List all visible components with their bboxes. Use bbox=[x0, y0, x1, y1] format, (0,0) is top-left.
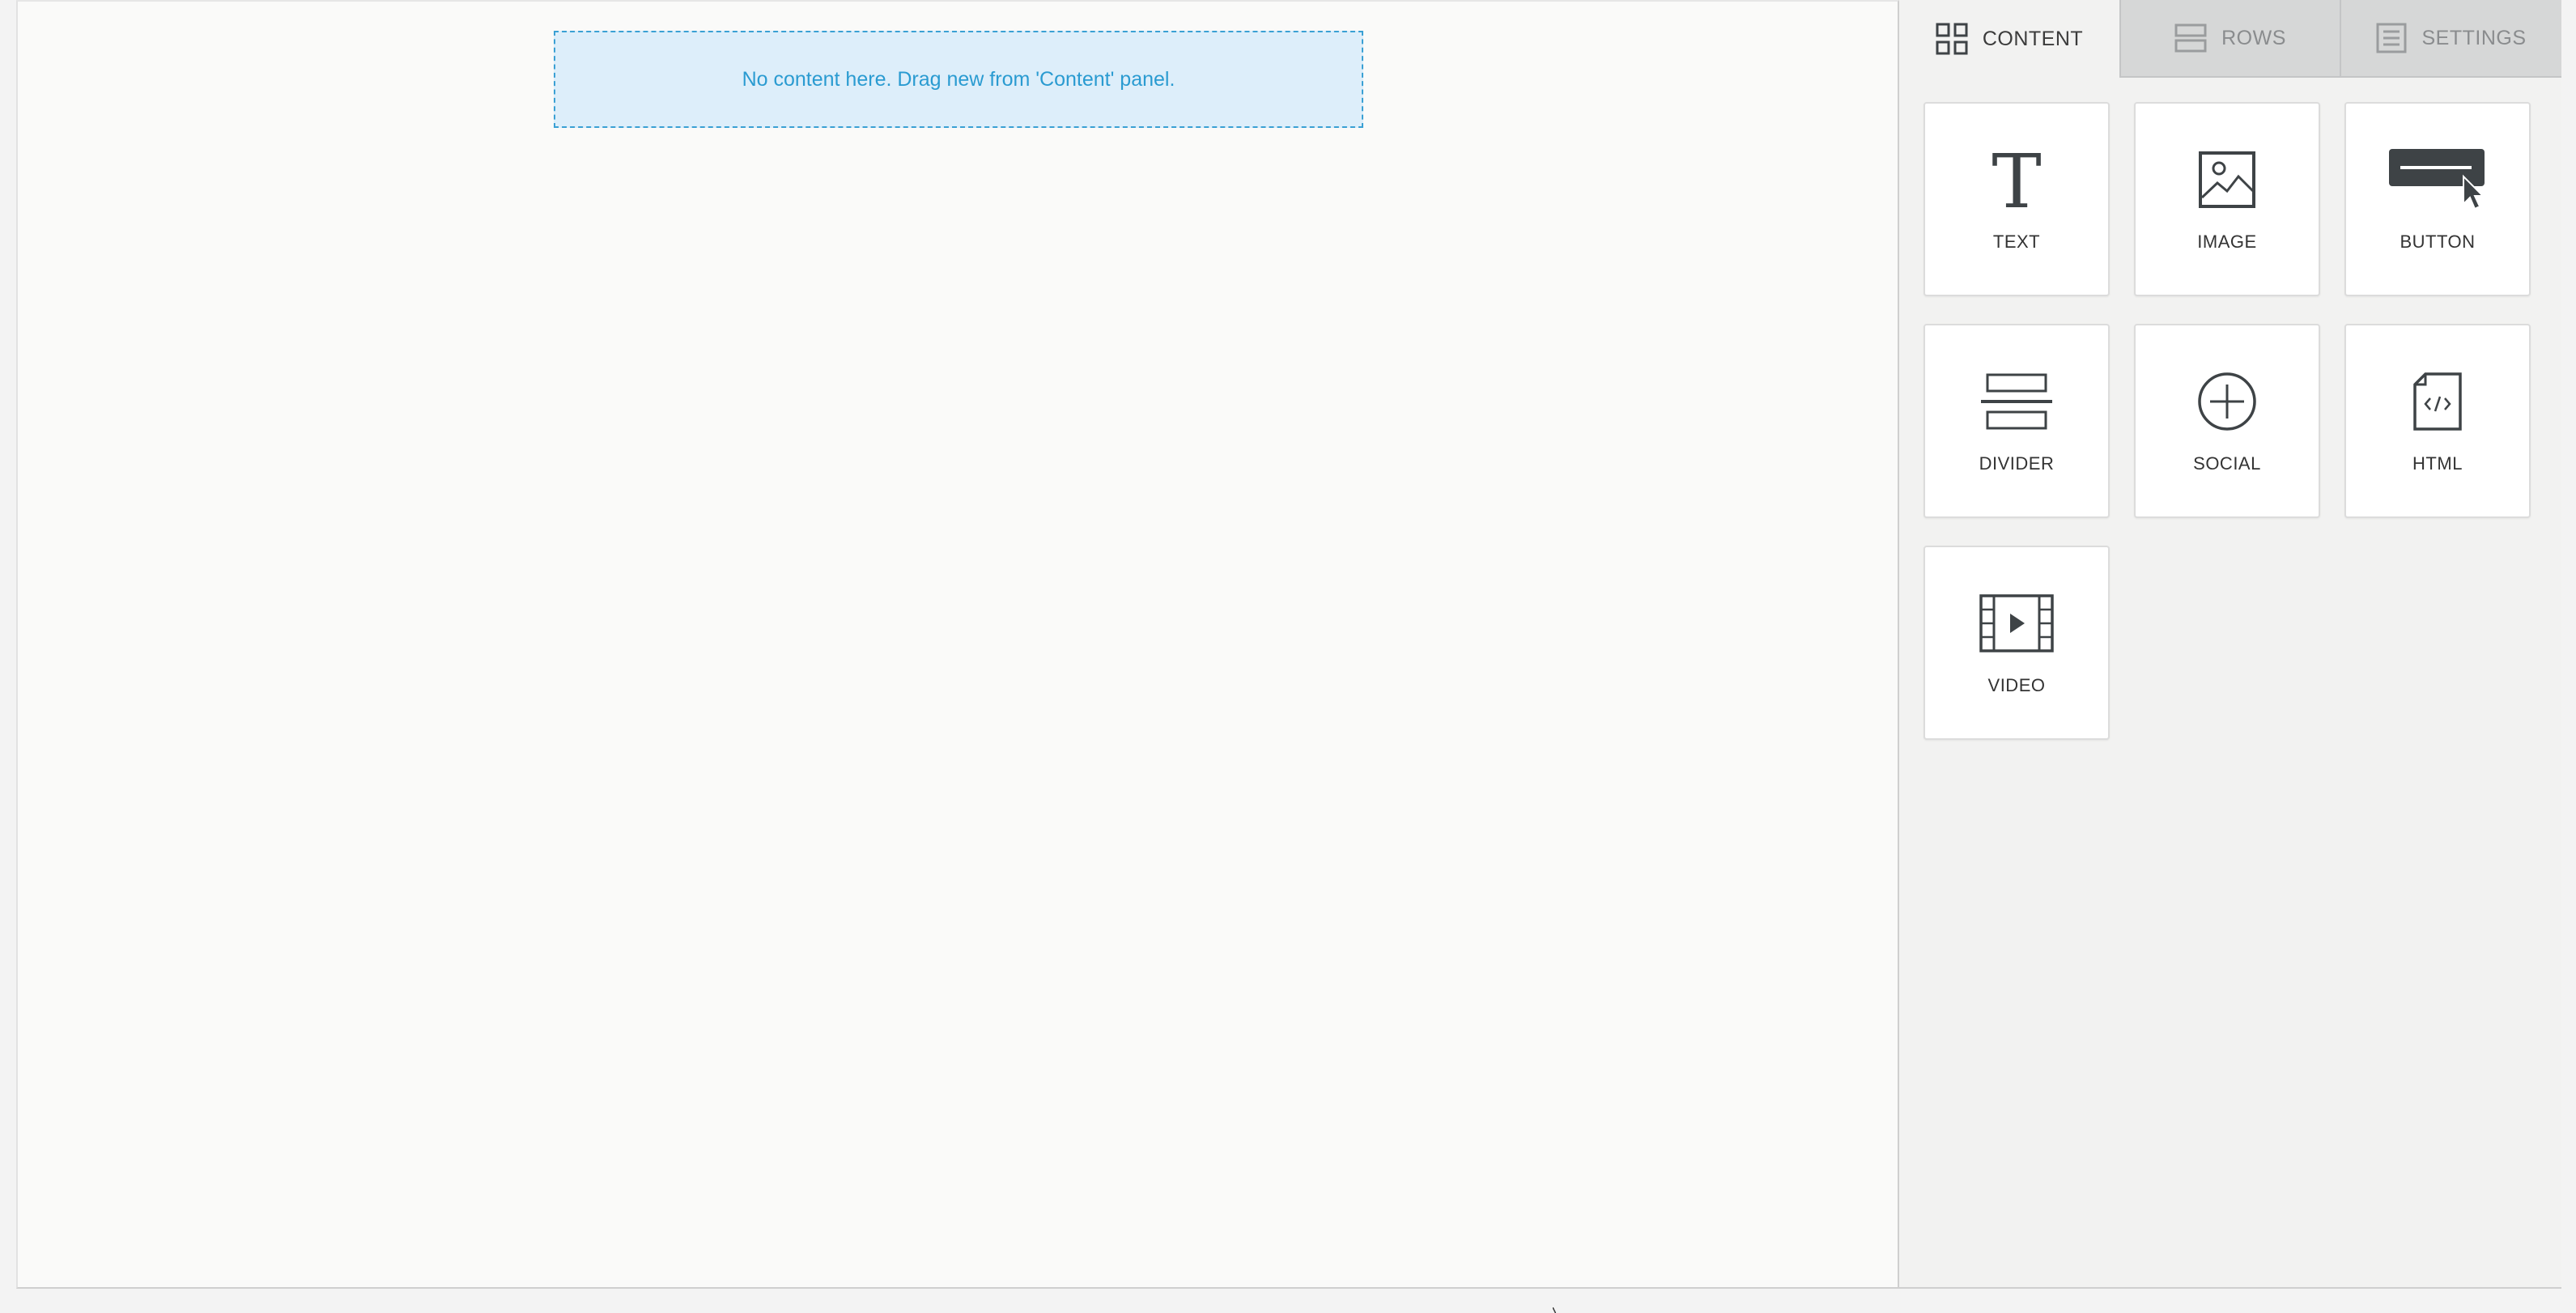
page: No content here. Drag new from 'Content'… bbox=[0, 0, 2576, 1313]
button-icon bbox=[2346, 147, 2529, 212]
block-image-label: IMAGE bbox=[2197, 232, 2257, 252]
block-button-label: BUTTON bbox=[2400, 232, 2476, 252]
rows-icon bbox=[2174, 23, 2207, 53]
block-divider-label: DIVIDER bbox=[1979, 453, 2055, 474]
drop-zone-message: No content here. Drag new from 'Content'… bbox=[742, 67, 1175, 91]
divider-icon bbox=[1925, 369, 2108, 434]
block-html[interactable]: HTML bbox=[2344, 324, 2531, 518]
tab-rows[interactable]: ROWS bbox=[2119, 0, 2340, 78]
tab-settings[interactable]: SETTINGS bbox=[2340, 0, 2561, 78]
block-html-label: HTML bbox=[2412, 453, 2463, 474]
settings-icon bbox=[2376, 23, 2407, 53]
mouse-cursor-icon bbox=[1552, 1303, 1557, 1313]
block-text-label: TEXT bbox=[1992, 232, 2041, 252]
text-icon: T bbox=[1925, 147, 2108, 212]
image-icon bbox=[2136, 147, 2319, 212]
html-icon bbox=[2346, 369, 2529, 434]
grid-icon bbox=[1936, 23, 1968, 55]
block-video[interactable]: VIDEO bbox=[1923, 546, 2110, 740]
block-button[interactable]: BUTTON bbox=[2344, 102, 2531, 296]
block-divider[interactable]: DIVIDER bbox=[1923, 324, 2110, 518]
block-text[interactable]: T TEXT bbox=[1923, 102, 2110, 296]
empty-row-drop-zone[interactable]: No content here. Drag new from 'Content'… bbox=[554, 31, 1363, 128]
panel-tabs: CONTENT ROWS SETTINGS bbox=[1899, 0, 2561, 78]
tab-rows-label: ROWS bbox=[2221, 26, 2286, 49]
tab-settings-label: SETTINGS bbox=[2421, 26, 2527, 49]
tab-content[interactable]: CONTENT bbox=[1899, 0, 2119, 78]
block-video-label: VIDEO bbox=[1987, 675, 2046, 695]
tab-content-label: CONTENT bbox=[1982, 27, 2084, 50]
block-image[interactable]: IMAGE bbox=[2134, 102, 2320, 296]
block-social-label: SOCIAL bbox=[2193, 453, 2261, 474]
block-social[interactable]: SOCIAL bbox=[2134, 324, 2320, 518]
video-icon bbox=[1925, 591, 2108, 656]
social-icon bbox=[2136, 369, 2319, 434]
email-canvas[interactable]: No content here. Drag new from 'Content'… bbox=[16, 0, 1899, 1289]
content-panel: CONTENT ROWS SETTINGS T TEXT IMAGE BUTTO… bbox=[1899, 0, 2561, 1289]
svg-text:T: T bbox=[1992, 147, 2041, 212]
